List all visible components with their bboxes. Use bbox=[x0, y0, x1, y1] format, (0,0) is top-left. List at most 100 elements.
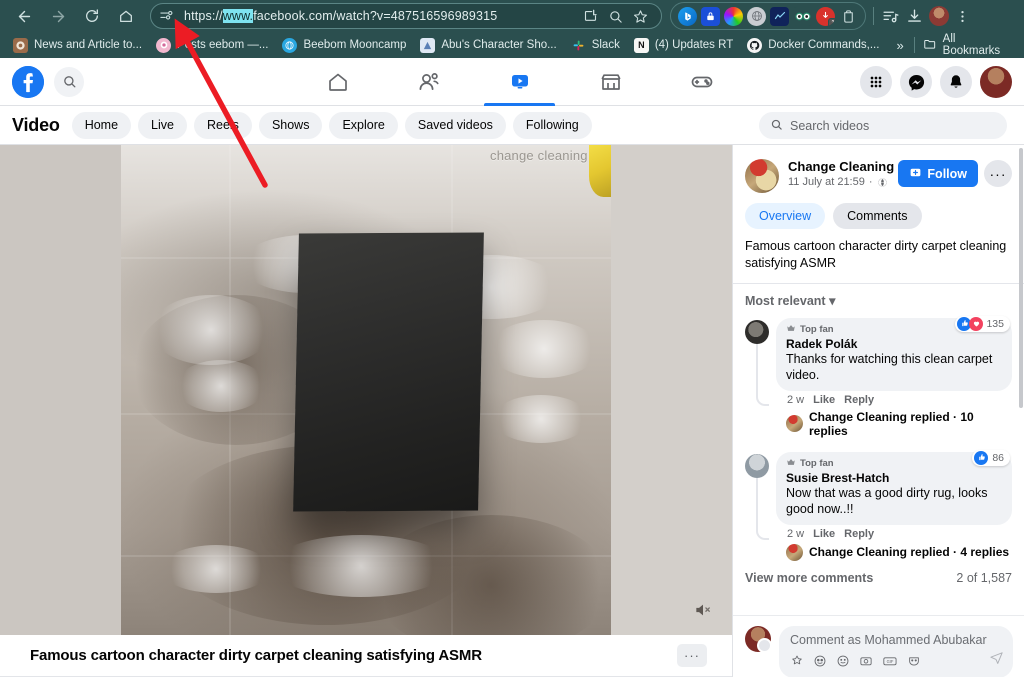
comment-reactions[interactable]: 135 bbox=[955, 316, 1010, 332]
post-description: Famous cartoon character dirty carpet cl… bbox=[733, 238, 1024, 284]
nav-gaming[interactable] bbox=[656, 58, 747, 106]
view-more-comments-row: View more comments 2 of 1,587 bbox=[733, 561, 1024, 585]
commenter-avatar[interactable] bbox=[745, 320, 769, 344]
pill-saved-videos[interactable]: Saved videos bbox=[405, 112, 506, 139]
grammar-glasses-extension-icon[interactable] bbox=[793, 7, 812, 26]
bookmark-item[interactable]: Beebom Mooncamp bbox=[275, 34, 413, 56]
thread-connector bbox=[756, 478, 769, 540]
install-icon[interactable] bbox=[579, 5, 601, 27]
replier-avatar bbox=[786, 415, 803, 432]
replies-label: Change Cleaning replied · 10 replies bbox=[809, 410, 1012, 438]
composer-avatar[interactable] bbox=[745, 626, 771, 652]
menu-grid-button[interactable] bbox=[860, 66, 892, 98]
nav-home[interactable] bbox=[292, 58, 383, 106]
back-button[interactable] bbox=[10, 2, 38, 30]
pill-live[interactable]: Live bbox=[138, 112, 187, 139]
reading-list-icon[interactable] bbox=[881, 8, 899, 25]
bookmarks-overflow-button[interactable]: » bbox=[886, 38, 913, 53]
color-picker-extension-icon[interactable] bbox=[724, 7, 743, 26]
mute-toggle-icon[interactable] bbox=[690, 597, 716, 623]
comment-author[interactable]: Susie Brest-Hatch bbox=[786, 471, 1002, 485]
composer-icon-row: GIF bbox=[790, 654, 1003, 673]
search-videos-input[interactable]: Search videos bbox=[759, 112, 1007, 139]
pill-shows[interactable]: Shows bbox=[259, 112, 323, 139]
avatar-emoji-icon[interactable] bbox=[813, 654, 827, 673]
mask-icon[interactable] bbox=[907, 654, 921, 673]
comment-input[interactable]: Comment as Mohammed Abubakar bbox=[779, 626, 1013, 677]
page-avatar[interactable] bbox=[745, 159, 779, 193]
site-info-icon[interactable] bbox=[159, 8, 176, 25]
gif-icon[interactable]: GIF bbox=[882, 654, 898, 673]
bookmark-item[interactable]: Docker Commands,... bbox=[740, 34, 886, 56]
account-avatar[interactable] bbox=[980, 66, 1012, 98]
abu-favicon bbox=[420, 38, 435, 53]
bing-extension-icon[interactable] bbox=[678, 7, 697, 26]
sort-label: Most relevant bbox=[745, 294, 826, 308]
search-in-page-icon[interactable] bbox=[604, 5, 626, 27]
analytics-extension-icon[interactable] bbox=[770, 7, 789, 26]
url-text[interactable]: https://www.facebook.com/watch?v=4875165… bbox=[184, 9, 579, 23]
globe-extension-icon[interactable] bbox=[747, 7, 766, 26]
pill-home[interactable]: Home bbox=[72, 112, 131, 139]
love-reaction-icon bbox=[969, 317, 983, 331]
camera-icon[interactable] bbox=[859, 654, 873, 673]
sidebar-scrollbar[interactable] bbox=[1019, 148, 1023, 408]
nav-video[interactable] bbox=[474, 58, 565, 106]
pill-following[interactable]: Following bbox=[513, 112, 592, 139]
facebook-logo-icon[interactable] bbox=[12, 66, 44, 98]
page-name[interactable]: Change Cleaning bbox=[788, 159, 898, 174]
comment-sort-dropdown[interactable]: Most relevant ▾ bbox=[733, 284, 1024, 312]
reload-button[interactable] bbox=[78, 2, 106, 30]
bookmark-star-icon[interactable] bbox=[629, 5, 651, 27]
send-comment-button[interactable] bbox=[989, 650, 1004, 670]
password-manager-extension-icon[interactable] bbox=[701, 7, 720, 26]
nav-friends[interactable] bbox=[383, 58, 474, 106]
emoji-icon[interactable] bbox=[836, 654, 850, 673]
bookmark-item[interactable]: N (4) Updates RT bbox=[627, 34, 740, 56]
bookmark-label: Slack bbox=[592, 39, 620, 51]
chrome-menu-icon[interactable] bbox=[951, 9, 973, 24]
messenger-button[interactable] bbox=[900, 66, 932, 98]
home-button[interactable] bbox=[112, 2, 140, 30]
commenter-avatar[interactable] bbox=[745, 454, 769, 478]
profile-avatar[interactable] bbox=[929, 6, 949, 26]
bookmark-item[interactable]: Abu's Character Sho... bbox=[413, 34, 563, 56]
comment-reactions[interactable]: 86 bbox=[972, 450, 1010, 466]
post-meta: 11 July at 21:59 · bbox=[788, 176, 898, 188]
bookmark-item[interactable]: News and Article to... bbox=[6, 34, 149, 56]
yellow-object bbox=[589, 145, 611, 197]
video-player[interactable]: change cleaning bbox=[0, 145, 732, 635]
post-time: 11 July at 21:59 bbox=[788, 176, 865, 188]
video-more-options-button[interactable]: ··· bbox=[677, 644, 707, 667]
comment-reply-button[interactable]: Reply bbox=[844, 394, 874, 406]
video-watermark: change cleaning bbox=[490, 148, 588, 163]
reaction-count: 135 bbox=[986, 318, 1004, 330]
tab-comments[interactable]: Comments bbox=[833, 203, 921, 229]
all-bookmarks-button[interactable]: All Bookmarks bbox=[915, 33, 1024, 57]
tab-overview[interactable]: Overview bbox=[745, 203, 825, 229]
nav-marketplace[interactable] bbox=[565, 58, 656, 106]
follow-button[interactable]: Follow bbox=[898, 160, 978, 187]
bookmark-item[interactable]: Slack bbox=[564, 34, 627, 56]
comment-replies-link[interactable]: Change Cleaning replied · 10 replies bbox=[776, 406, 1012, 438]
clipboard-extension-icon[interactable] bbox=[839, 7, 858, 26]
pill-reels[interactable]: Reels bbox=[194, 112, 252, 139]
comment-like-button[interactable]: Like bbox=[813, 528, 835, 540]
address-bar[interactable]: https://www.facebook.com/watch?v=4875165… bbox=[150, 3, 662, 29]
bookmark-item[interactable]: Posts eebom —... bbox=[149, 34, 275, 56]
video-downloader-extension-icon[interactable]: 1 bbox=[816, 7, 835, 26]
comment-reply-button[interactable]: Reply bbox=[844, 528, 874, 540]
page-title: Video bbox=[12, 115, 60, 136]
facebook-search-button[interactable] bbox=[54, 67, 84, 97]
facebook-main-nav bbox=[292, 58, 747, 106]
view-more-comments-button[interactable]: View more comments bbox=[745, 571, 873, 585]
downloads-icon[interactable] bbox=[901, 8, 927, 25]
sticker-icon[interactable] bbox=[790, 654, 804, 673]
pill-explore[interactable]: Explore bbox=[329, 112, 397, 139]
comment-like-button[interactable]: Like bbox=[813, 394, 835, 406]
notifications-button[interactable] bbox=[940, 66, 972, 98]
comment-replies-link[interactable]: Change Cleaning replied · 4 replies bbox=[776, 540, 1012, 561]
forward-button[interactable] bbox=[44, 2, 72, 30]
comment-author[interactable]: Radek Polák bbox=[786, 337, 1002, 351]
post-more-options-button[interactable]: ··· bbox=[984, 160, 1012, 187]
